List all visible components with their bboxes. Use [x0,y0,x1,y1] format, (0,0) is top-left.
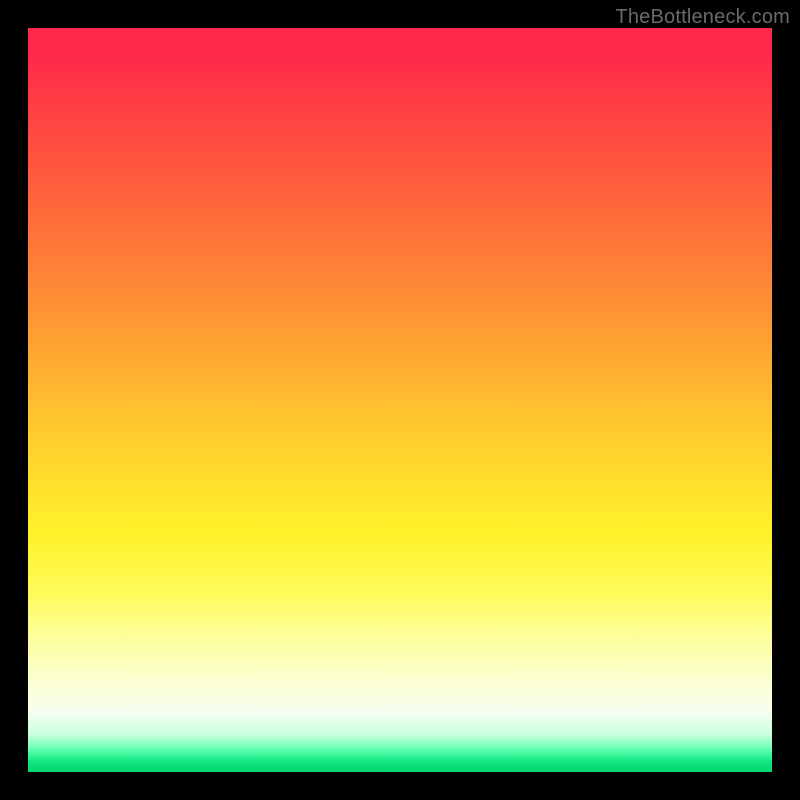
heat-gradient-background [28,28,772,772]
chart-stage: TheBottleneck.com [0,0,800,800]
watermark-text: TheBottleneck.com [615,6,790,29]
plot-area [28,28,772,772]
